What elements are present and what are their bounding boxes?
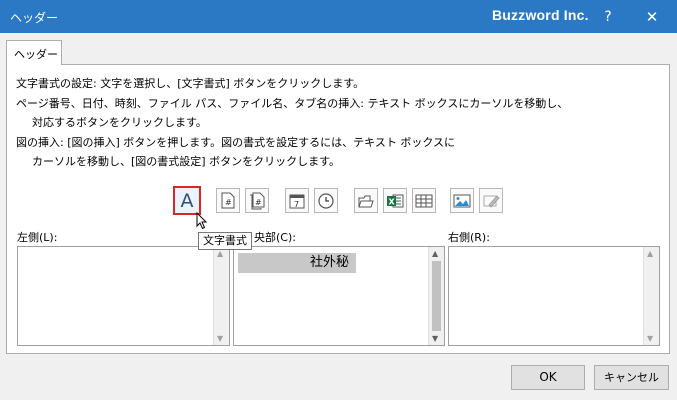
- folder-icon: [358, 195, 374, 207]
- svg-text:#: #: [255, 198, 262, 207]
- center-section-label: 央部(C):: [254, 231, 296, 244]
- close-button[interactable]: ✕: [640, 6, 664, 28]
- calendar-icon: 7: [289, 194, 305, 209]
- scroll-up-icon[interactable]: ▲: [217, 249, 223, 258]
- page-number-button[interactable]: #: [216, 188, 240, 213]
- scroll-up-icon[interactable]: ▲: [647, 249, 653, 258]
- number-of-pages-button[interactable]: #: [245, 188, 269, 213]
- svg-text:7: 7: [294, 200, 299, 209]
- center-section-scrollbar[interactable]: ▲ ▼: [428, 247, 444, 345]
- scroll-down-icon[interactable]: ▼: [432, 334, 438, 343]
- excel-file-icon: X: [387, 194, 404, 207]
- scroll-thumb[interactable]: [432, 261, 441, 331]
- left-section-textbox[interactable]: ▲ ▼: [17, 246, 230, 346]
- svg-text:#: #: [225, 198, 232, 207]
- sheet-name-button[interactable]: [412, 188, 436, 213]
- right-section-label: 右側(R):: [448, 231, 490, 244]
- center-section-textbox[interactable]: 社外秘 ▲ ▼: [233, 246, 445, 346]
- center-section-text[interactable]: 社外秘: [238, 253, 356, 273]
- left-section-scrollbar[interactable]: ▲ ▼: [213, 247, 229, 345]
- tab-header-label: ヘッダー: [14, 48, 58, 61]
- scroll-up-icon[interactable]: ▲: [432, 249, 438, 258]
- instruction-line-5: カーソルを移動し、[図の書式設定] ボタンをクリックします。: [32, 155, 340, 168]
- scroll-down-icon[interactable]: ▼: [647, 334, 653, 343]
- clock-icon: [318, 192, 334, 209]
- page-number-icon: #: [221, 192, 235, 209]
- format-text-icon: A: [180, 189, 194, 212]
- svg-text:X: X: [389, 197, 396, 206]
- help-button[interactable]: ?: [596, 6, 620, 28]
- picture-icon: [453, 194, 471, 207]
- format-text-button[interactable]: A: [173, 186, 201, 215]
- current-time-button[interactable]: [314, 188, 338, 213]
- sheet-grid-icon: [415, 194, 433, 207]
- document-name: Buzzword Inc.: [492, 7, 589, 23]
- ok-button[interactable]: OK: [511, 365, 585, 390]
- format-picture-icon: [483, 194, 500, 208]
- mouse-pointer-icon: [196, 212, 208, 230]
- instruction-line-4: 図の挿入: [図の挿入] ボタンを押します。図の書式を設定するには、テキスト ボ…: [16, 136, 456, 149]
- instruction-line-3: 対応するボタンをクリックします。: [32, 116, 207, 129]
- cancel-button[interactable]: キャンセル: [594, 365, 669, 390]
- right-section-textbox[interactable]: ▲ ▼: [448, 246, 660, 346]
- title-bar: ヘッダー Buzzword Inc. ? ✕: [0, 0, 677, 33]
- instruction-line-1: 文字書式の設定: 文字を選択し、[文字書式] ボタンをクリックします。: [16, 77, 365, 90]
- right-section-scrollbar[interactable]: ▲ ▼: [643, 247, 659, 345]
- file-path-button[interactable]: [354, 188, 378, 213]
- file-name-button[interactable]: X: [383, 188, 407, 213]
- insert-picture-button[interactable]: [450, 188, 474, 213]
- number-of-pages-icon: #: [250, 192, 265, 209]
- instruction-line-2: ページ番号、日付、時刻、ファイル パス、ファイル名、タブ名の挿入: テキスト ボ…: [16, 97, 569, 110]
- tooltip: 文字書式: [198, 232, 252, 250]
- format-picture-button[interactable]: [479, 188, 503, 213]
- window-title: ヘッダー: [10, 11, 59, 25]
- tab-header[interactable]: ヘッダー: [6, 40, 62, 65]
- scroll-down-icon[interactable]: ▼: [217, 334, 223, 343]
- current-date-button[interactable]: 7: [285, 188, 309, 213]
- left-section-label: 左側(L):: [17, 231, 58, 244]
